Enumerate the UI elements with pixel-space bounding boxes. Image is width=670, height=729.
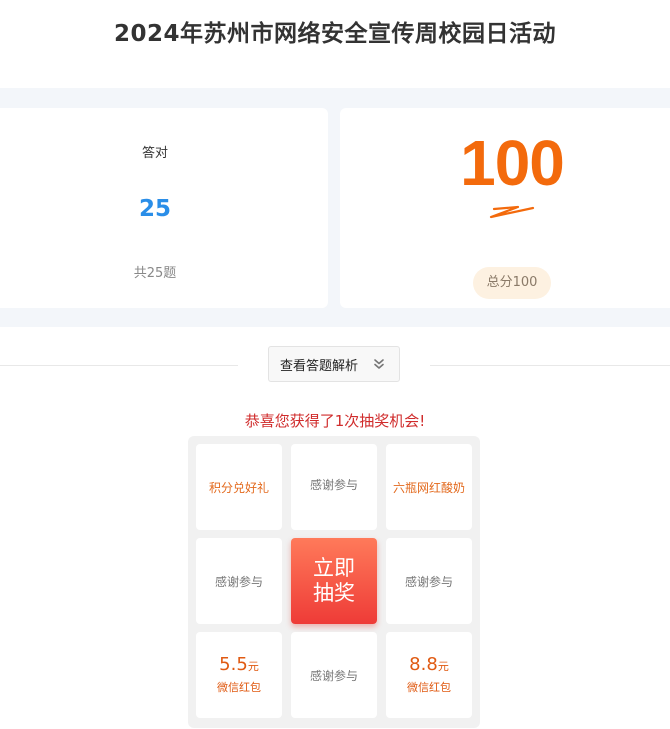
divider: [430, 365, 670, 366]
prize-label: 感谢参与: [309, 668, 358, 683]
prize-thanks[interactable]: 感谢参与: [291, 444, 377, 530]
score-card: 100 总分100: [340, 108, 670, 308]
prize-label: 感谢参与: [404, 574, 453, 589]
draw-lottery-button[interactable]: 立即 抽奖: [291, 538, 377, 624]
correct-label: 答对: [141, 146, 168, 161]
prize-points-gift[interactable]: 积分兑好礼: [196, 444, 282, 530]
correct-count-card: 答对 25 共25题: [0, 108, 328, 308]
score-total-badge: 总分100: [473, 267, 551, 299]
prize-amount-unit: 元: [247, 660, 259, 673]
prize-amount: 8.8元: [409, 655, 449, 677]
prize-amount-value: 5.5: [219, 654, 248, 675]
total-questions: 共25题: [133, 266, 177, 281]
double-chevron-down-icon: [374, 359, 384, 369]
prize-wechat-red-packet[interactable]: 5.5元 微信红包: [196, 632, 282, 718]
prize-yogurt[interactable]: 六瓶网红酸奶: [386, 444, 472, 530]
view-analysis-label: 查看答题解析: [280, 358, 359, 374]
prize-amount-value: 8.8: [409, 654, 438, 675]
score-value: 100: [460, 127, 565, 199]
divider: [0, 365, 238, 366]
draw-button-label-line2: 抽奖: [313, 581, 355, 605]
prize-amount-unit: 元: [437, 660, 449, 673]
lottery-grid: 积分兑好礼 感谢参与 六瓶网红酸奶 感谢参与 立即 抽奖 感谢参与 5.5元 微…: [188, 436, 480, 728]
prize-thanks[interactable]: 感谢参与: [291, 632, 377, 718]
lottery-congrats-text: 恭喜您获得了1次抽奖机会!: [244, 412, 426, 430]
prize-label: 六瓶网红酸奶: [392, 480, 465, 495]
score-swoosh-icon: [489, 205, 535, 219]
prize-label: 微信红包: [217, 681, 261, 694]
prize-label: 感谢参与: [214, 574, 263, 589]
view-analysis-button[interactable]: 查看答题解析: [268, 346, 400, 382]
prize-label: 微信红包: [407, 681, 451, 694]
prize-thanks[interactable]: 感谢参与: [196, 538, 282, 624]
draw-button-label-line1: 立即: [313, 556, 355, 580]
correct-count: 25: [138, 196, 171, 222]
page-title: 2024年苏州市网络安全宣传周校园日活动: [113, 21, 556, 47]
prize-wechat-red-packet[interactable]: 8.8元 微信红包: [386, 632, 472, 718]
prize-amount: 5.5元: [219, 655, 259, 677]
prize-label: 积分兑好礼: [208, 480, 269, 495]
prize-label: 感谢参与: [309, 477, 358, 492]
prize-thanks[interactable]: 感谢参与: [386, 538, 472, 624]
